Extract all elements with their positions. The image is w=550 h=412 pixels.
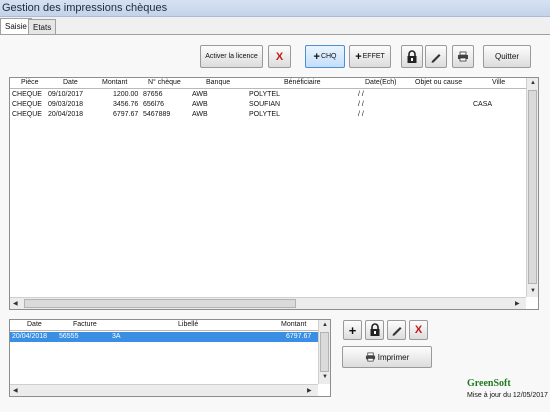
details-table[interactable]: Date Facture Libellé Montant 20/04/2018 … [9,319,331,397]
title-bar: Gestion des impressions chèques [0,0,550,17]
cell-montant: 6797.67 [113,111,139,118]
close-icon: X [414,324,423,336]
cell-ville: CASA [473,101,493,108]
cell-date: 20/04/2018 [48,111,84,118]
print-button[interactable] [452,45,474,68]
column-header: Date(Ech) [365,79,397,86]
scroll-thumb[interactable] [528,90,537,284]
add-cheque-label: CHQ [320,53,337,60]
lock-detail-button[interactable] [365,320,384,340]
details-table-header: Date Facture Libellé Montant [10,320,318,331]
printer-icon [365,352,375,362]
scroll-right-icon[interactable]: ▶ [307,387,312,394]
quit-button[interactable]: Quitter [483,45,531,68]
column-header: Montant [102,79,128,86]
table-row[interactable]: 20/04/2018 56555 3A 6797.67 [10,332,318,342]
plus-icon: + [348,322,357,338]
horizontal-scrollbar[interactable]: ◀ ▶ [10,297,526,309]
cell-facture: 56555 [59,333,79,340]
add-detail-button[interactable]: + [343,320,362,340]
edit-button[interactable] [425,45,447,68]
cell-banque: AWB [192,101,208,108]
cell-date: 09/03/2018 [48,101,84,108]
cheques-table-header: Pièce Date Montant N° chèque Banque Béné… [10,78,526,89]
add-effet-button[interactable]: + EFFET [349,45,391,68]
column-header: Pièce [21,79,39,86]
activate-license-button[interactable]: Activer la licence [200,45,263,68]
column-header: Bénéficiaire [284,79,321,86]
update-date: Mise à jour du 12/05/2017 [467,392,548,399]
cell-date-ech: / / [358,111,364,118]
cell-date: 09/10/2017 [48,91,84,98]
scroll-up-icon[interactable]: ▲ [530,80,536,86]
delete-cheque-button[interactable]: X [268,45,291,68]
cell-date: 20/04/2018 [12,333,48,340]
pencil-icon [392,327,401,336]
cell-piece: CHEQUE [12,111,42,118]
pencil-icon [431,53,441,63]
printer-icon [458,51,468,62]
vertical-scrollbar[interactable]: ▲ ▼ [318,320,330,384]
cell-piece: CHEQUE [12,101,42,108]
add-effet-label: EFFET [362,53,385,60]
column-header: Date [27,321,42,328]
column-header: Banque [206,79,231,86]
table-row[interactable]: CHEQUE 20/04/2018 6797.67 5467889 AWB PO… [10,110,526,120]
brand-name: GreenSoft [467,378,511,389]
scroll-down-icon[interactable]: ▼ [530,288,536,294]
cell-date-ech: / / [358,101,364,108]
cell-piece: CHEQUE [12,91,42,98]
column-header: Objet ou cause [415,79,463,86]
tab-etats[interactable]: Etats [28,19,57,35]
imprimer-button[interactable]: Imprimer [342,346,432,368]
column-header: Montant [281,321,307,328]
window-title: Gestion des impressions chèques [2,2,168,14]
column-header: Date [63,79,78,86]
scroll-left-icon[interactable]: ◀ [13,300,18,307]
cell-numero: 87656 [143,91,163,98]
plus-icon: + [355,50,362,63]
lock-button[interactable] [401,45,423,68]
lock-icon [407,49,417,63]
cell-libelle: 3A [112,333,121,340]
add-cheque-button[interactable]: + CHQ [305,45,345,68]
cheques-table[interactable]: Pièce Date Montant N° chèque Banque Béné… [9,77,539,310]
column-header: Facture [73,321,97,328]
cell-montant: 6797.67 [286,333,312,340]
vertical-scrollbar[interactable]: ▲ ▼ [526,78,538,297]
edit-detail-button[interactable] [387,320,406,340]
scroll-up-icon[interactable]: ▲ [322,322,328,328]
cell-numero: 5467889 [143,111,171,118]
scroll-down-icon[interactable]: ▼ [322,374,328,380]
cell-beneficiaire: POLYTEL [249,111,280,118]
cell-banque: AWB [192,91,208,98]
scroll-left-icon[interactable]: ◀ [13,387,18,394]
column-header: Libellé [178,321,199,328]
plus-icon: + [313,50,320,63]
table-row[interactable]: CHEQUE 09/03/2018 3456.76 656l76 AWB SOU… [10,100,526,110]
cell-montant: 3456.76 [113,101,139,108]
imprimer-label: Imprimer [377,352,410,362]
column-header: Ville [492,79,506,86]
close-icon: X [275,50,284,63]
cell-montant: 1200.00 [113,91,139,98]
table-row[interactable]: CHEQUE 09/10/2017 1200.00 87656 AWB POLY… [10,90,526,100]
column-header: N° chèque [148,79,181,86]
lock-icon [370,323,379,336]
scroll-thumb[interactable] [320,332,329,372]
horizontal-scrollbar[interactable]: ◀ ▶ [10,384,318,396]
cell-date-ech: / / [358,91,364,98]
cell-beneficiaire: SOUFIAN [249,101,281,108]
scroll-right-icon[interactable]: ▶ [515,300,520,307]
cell-numero: 656l76 [143,101,165,108]
cell-beneficiaire: POLYTEL [249,91,280,98]
scroll-thumb[interactable] [24,299,296,308]
delete-detail-button[interactable]: X [409,320,428,340]
cell-banque: AWB [192,111,208,118]
